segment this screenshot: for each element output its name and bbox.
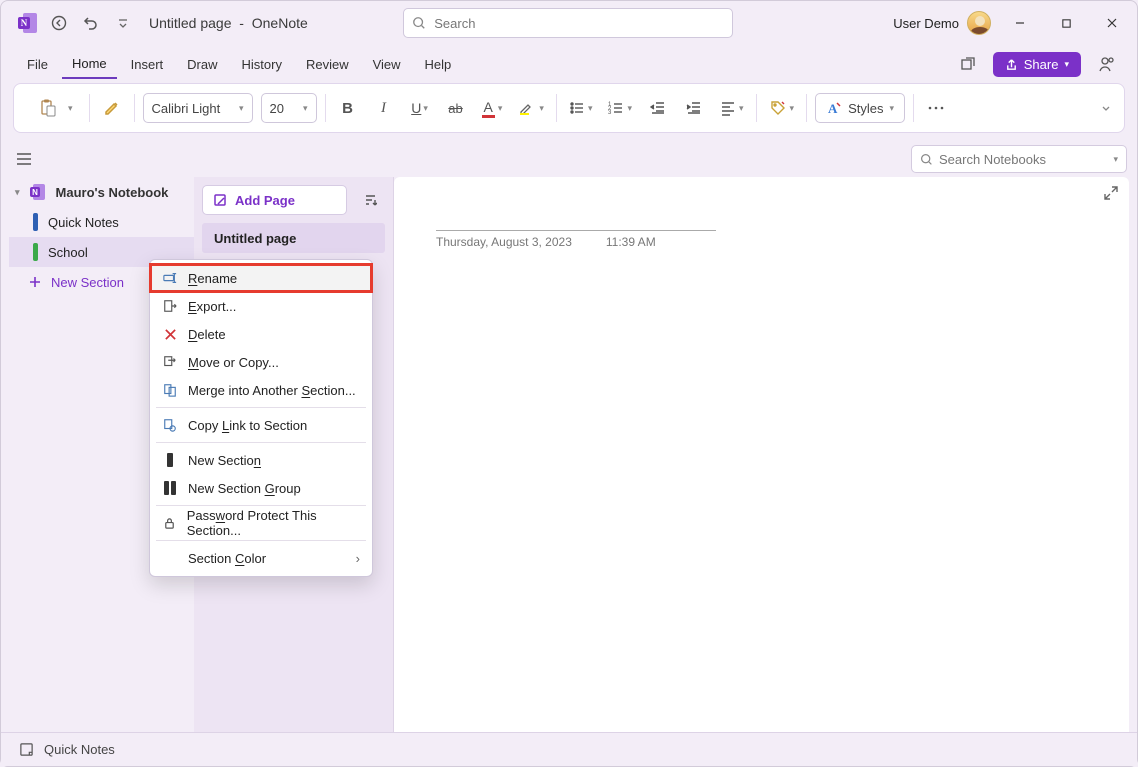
ctx-copy-link-to-section[interactable]: Copy Link to Section: [150, 411, 372, 439]
menu-insert[interactable]: Insert: [121, 51, 174, 78]
account-manager-button[interactable]: [1091, 49, 1121, 79]
outdent-button[interactable]: [644, 93, 672, 123]
ribbon-collapse-icon[interactable]: [1092, 102, 1112, 114]
bullets-button[interactable]: ▾: [565, 93, 597, 123]
notebook-search-placeholder: Search Notebooks: [939, 152, 1046, 167]
window-minimize[interactable]: [997, 8, 1043, 38]
paste-dropdown-icon[interactable]: ▾: [68, 103, 73, 114]
paste-button[interactable]: [34, 93, 62, 123]
numbering-button[interactable]: 123▾: [604, 93, 636, 123]
note-time: 11:39 AM: [606, 235, 656, 249]
chevron-down-icon: ▾: [15, 187, 20, 198]
titlebar: N Untitled page - OneNote Search User De…: [1, 1, 1137, 45]
quick-notes-link[interactable]: Quick Notes: [44, 742, 115, 757]
menu-view[interactable]: View: [363, 51, 411, 78]
section-item-quick-notes[interactable]: Quick Notes: [9, 207, 194, 237]
more-commands-button[interactable]: [922, 93, 950, 123]
window-close[interactable]: [1089, 8, 1135, 38]
ctx-export[interactable]: Export...: [150, 292, 372, 320]
chevron-right-icon: ›: [356, 551, 360, 566]
ctx-delete[interactable]: Delete: [150, 320, 372, 348]
section-context-menu: RenameExport...DeleteMove or Copy...Merg…: [149, 259, 373, 577]
indent-button[interactable]: [680, 93, 708, 123]
menu-home[interactable]: Home: [62, 50, 117, 79]
strikethrough-button[interactable]: ab: [442, 93, 470, 123]
expand-canvas-button[interactable]: [1103, 185, 1119, 201]
notebook-header[interactable]: ▾ N Mauro's Notebook: [9, 177, 194, 207]
ribbon: ▾ Calibri Light▾ 20▾ B I U▾ ab A▾ ▾ ▾: [13, 83, 1125, 133]
ctx-section-color[interactable]: Section Color›: [150, 544, 372, 572]
underline-button[interactable]: U▾: [406, 93, 434, 123]
note-title-input[interactable]: [436, 209, 716, 231]
menubar: FileHomeInsertDrawHistoryReviewViewHelp S…: [1, 45, 1137, 83]
back-button[interactable]: [45, 9, 73, 37]
notebook-name: Mauro's Notebook: [56, 185, 169, 200]
ctx-merge-into-another-section[interactable]: Merge into Another Section...: [150, 376, 372, 404]
font-size-select[interactable]: 20▾: [261, 93, 317, 123]
notebook-icon: N: [26, 180, 50, 204]
undo-button[interactable]: [77, 9, 105, 37]
quick-notes-icon: [19, 742, 34, 757]
sort-pages-button[interactable]: [355, 185, 385, 215]
font-color-button[interactable]: A▾: [478, 93, 507, 123]
ctx-new-section[interactable]: New Section: [150, 446, 372, 474]
customize-qat-button[interactable]: [109, 9, 137, 37]
ctx-rename[interactable]: Rename: [150, 264, 372, 292]
note-date: Thursday, August 3, 2023: [436, 235, 572, 249]
menu-draw[interactable]: Draw: [177, 51, 227, 78]
window-title: Untitled page - OneNote: [149, 15, 308, 31]
menu-file[interactable]: File: [17, 51, 58, 78]
user-name[interactable]: User Demo: [893, 16, 959, 31]
notebook-search[interactable]: Search Notebooks ▾: [911, 145, 1127, 173]
svg-text:N: N: [32, 188, 38, 197]
note-canvas[interactable]: Thursday, August 3, 2023 11:39 AM: [394, 177, 1129, 758]
bottom-bar: Quick Notes: [1, 732, 1137, 766]
italic-button[interactable]: I: [370, 93, 398, 123]
svg-text:N: N: [21, 18, 28, 28]
add-page-button[interactable]: Add Page: [202, 185, 347, 215]
page-item[interactable]: Untitled page: [202, 223, 385, 253]
menu-review[interactable]: Review: [296, 51, 359, 78]
share-button[interactable]: Share▾: [993, 52, 1081, 77]
window-maximize[interactable]: [1043, 8, 1089, 38]
section-color-bar: [33, 243, 38, 261]
subbar: Search Notebooks ▾: [1, 141, 1137, 177]
svg-text:3: 3: [608, 110, 612, 116]
app-icon: N: [13, 8, 43, 38]
menu-history[interactable]: History: [232, 51, 292, 78]
font-family-select[interactable]: Calibri Light▾: [143, 93, 253, 123]
ctx-new-section-group[interactable]: New Section Group: [150, 474, 372, 502]
menu-help[interactable]: Help: [415, 51, 462, 78]
ctx-move-or-copy[interactable]: Move or Copy...: [150, 348, 372, 376]
svg-text:A: A: [828, 101, 838, 116]
search-placeholder: Search: [434, 16, 475, 31]
ctx-password-protect-this-section[interactable]: Password Protect This Section...: [150, 509, 372, 537]
open-in-new-window-button[interactable]: [953, 49, 983, 79]
global-search[interactable]: Search: [403, 8, 733, 38]
styles-select[interactable]: A Styles▾: [815, 93, 905, 123]
chevron-down-icon: ▾: [1113, 154, 1118, 165]
align-button[interactable]: ▾: [716, 93, 748, 123]
nav-toggle-button[interactable]: [11, 146, 37, 172]
highlight-button[interactable]: ▾: [514, 93, 548, 123]
tag-button[interactable]: ▾: [765, 93, 799, 123]
bold-button[interactable]: B: [334, 93, 362, 123]
section-color-bar: [33, 213, 38, 231]
avatar[interactable]: [967, 11, 991, 35]
format-painter-button[interactable]: [98, 93, 126, 123]
